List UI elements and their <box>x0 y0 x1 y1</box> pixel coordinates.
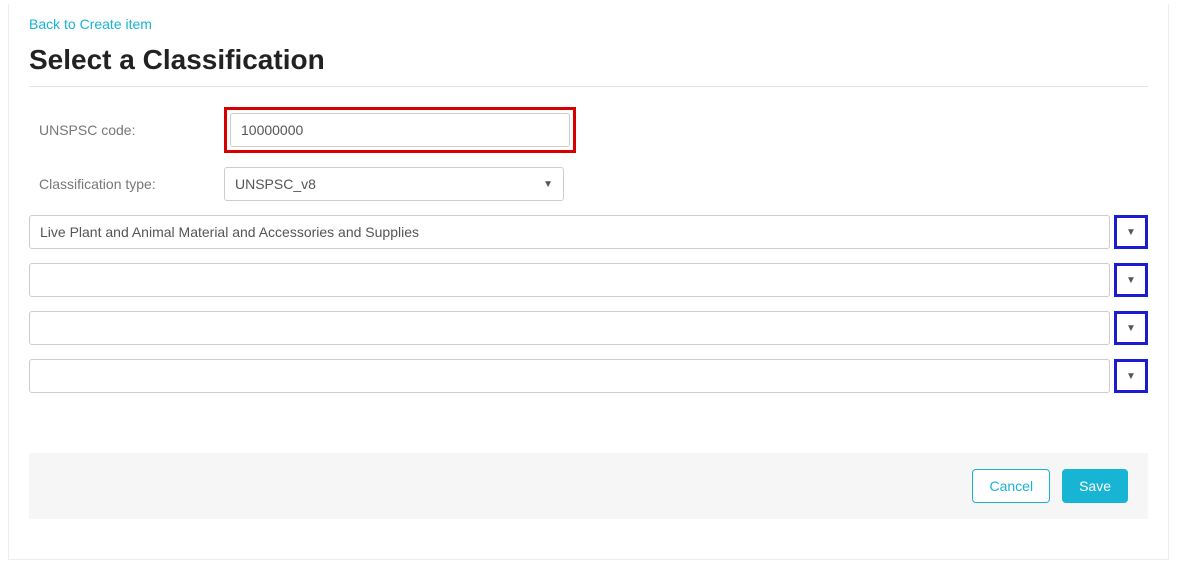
classification-panel: Back to Create item Select a Classificat… <box>8 4 1169 560</box>
row-classification-type: Classification type: UNSPSC_v8 ▼ <box>29 167 1148 201</box>
chevron-down-icon[interactable]: ▼ <box>1126 371 1136 382</box>
chevron-down-icon[interactable]: ▼ <box>1126 275 1136 286</box>
level-2-container: ▼ <box>29 263 1148 297</box>
select-level-3[interactable] <box>29 311 1110 345</box>
row-unspsc-code: UNSPSC code: <box>29 107 1148 153</box>
level-1-container: Live Plant and Animal Material and Acces… <box>29 215 1148 249</box>
select-classification-type-value: UNSPSC_v8 <box>235 176 316 192</box>
cancel-button[interactable]: Cancel <box>972 469 1050 503</box>
chevron-down-icon[interactable]: ▼ <box>1126 323 1136 334</box>
select-level-2[interactable] <box>29 263 1110 297</box>
footer-bar: Cancel Save <box>29 453 1148 519</box>
select-classification-type[interactable]: UNSPSC_v8 ▼ <box>224 167 564 201</box>
select-level-1-value: Live Plant and Animal Material and Acces… <box>40 224 1099 240</box>
highlight-level-2-caret: ▼ <box>1114 263 1148 297</box>
select-level-4[interactable] <box>29 359 1110 393</box>
input-unspsc-code[interactable] <box>230 113 570 147</box>
level-4-container: ▼ <box>29 359 1148 393</box>
cascading-selects: Live Plant and Animal Material and Acces… <box>29 215 1148 393</box>
highlight-level-1-caret: ▼ <box>1114 215 1148 249</box>
level-3-container: ▼ <box>29 311 1148 345</box>
chevron-down-icon: ▼ <box>543 179 553 190</box>
save-button[interactable]: Save <box>1062 469 1128 503</box>
label-unspsc-code: UNSPSC code: <box>39 122 224 138</box>
chevron-down-icon[interactable]: ▼ <box>1126 227 1136 238</box>
highlight-level-3-caret: ▼ <box>1114 311 1148 345</box>
page-title: Select a Classification <box>29 44 1148 87</box>
highlight-level-4-caret: ▼ <box>1114 359 1148 393</box>
label-classification-type: Classification type: <box>39 176 224 192</box>
back-link[interactable]: Back to Create item <box>29 16 152 32</box>
highlight-unspsc-code <box>224 107 576 153</box>
select-level-1[interactable]: Live Plant and Animal Material and Acces… <box>29 215 1110 249</box>
